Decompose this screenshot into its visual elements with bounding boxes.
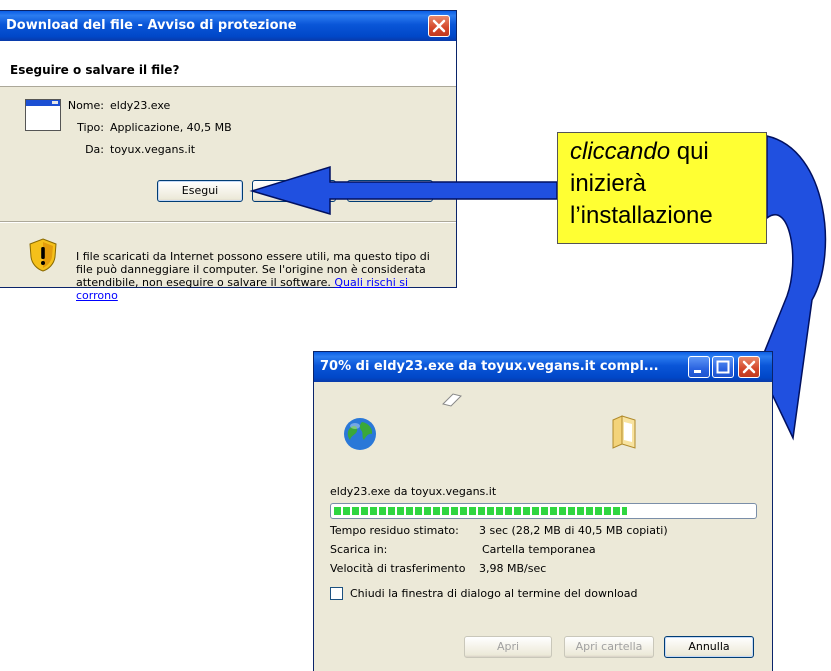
callout-line1: qui: [670, 138, 709, 165]
maximize-button[interactable]: [712, 356, 734, 378]
callout-italic: cliccando: [570, 138, 671, 165]
maximize-icon: [716, 360, 730, 374]
time-remaining-label: Tempo residuo stimato:: [330, 524, 459, 537]
close-icon: [742, 360, 756, 374]
download-progress-dialog: 70% di eldy23.exe da toyux.vegans.it com…: [313, 351, 773, 671]
file-source: eldy23.exe da toyux.vegans.it: [330, 485, 497, 498]
time-remaining-value: 3 sec (28,2 MB di 40,5 MB copiati): [479, 524, 668, 537]
close-button[interactable]: [738, 356, 760, 378]
close-on-complete-label: Chiudi la finestra di dialogo al termine…: [350, 587, 638, 600]
minimize-icon: [694, 370, 701, 373]
folder-icon: [612, 415, 636, 449]
straight-arrow: [249, 165, 558, 216]
speed-label: Velocità di trasferimento: [330, 562, 466, 575]
open-button[interactable]: Apri: [464, 636, 552, 658]
cancel-download-button[interactable]: Annulla: [664, 636, 754, 658]
download-progress-bar: [330, 503, 757, 519]
globe-icon: [344, 418, 376, 450]
open-folder-button[interactable]: Apri cartella: [564, 636, 654, 658]
annotation-callout: cliccando qui inizierà l’installazione: [557, 132, 767, 244]
callout-line3: l’installazione: [570, 202, 713, 229]
callout-line2: inizierà: [570, 170, 647, 197]
speed-value: 3,98 MB/sec: [479, 562, 547, 575]
progress-fill: [334, 507, 627, 515]
paper-icon: [442, 393, 462, 407]
minimize-button[interactable]: [688, 356, 710, 378]
close-on-complete-checkbox[interactable]: [330, 587, 343, 600]
download-to-label: Scarica in:: [330, 543, 388, 556]
download-to-value: Cartella temporanea: [482, 543, 596, 556]
